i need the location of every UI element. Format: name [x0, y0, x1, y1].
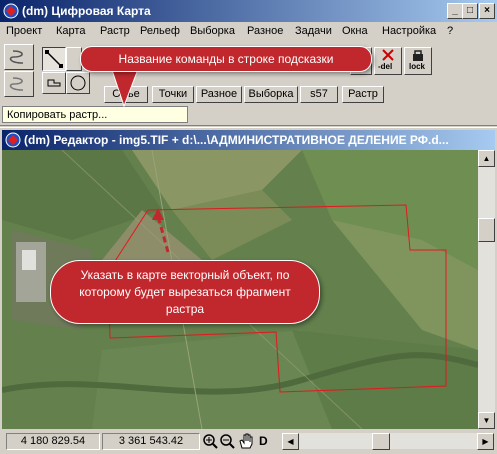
editor-statusbar: 4 180 829.54 3 361 543.42 D ◀ ▶: [2, 430, 495, 452]
separator: [0, 125, 497, 128]
top-callout: Название команды в строке подсказки: [80, 46, 372, 72]
vertical-scroll-thumb[interactable]: [478, 218, 495, 242]
horizontal-scrollbar[interactable]: ◀ ▶: [282, 433, 494, 450]
d-button[interactable]: D: [259, 434, 268, 448]
scroll-right-button[interactable]: ▶: [477, 433, 494, 450]
horizontal-scroll-thumb[interactable]: [372, 433, 390, 450]
zoom-out-icon[interactable]: [219, 433, 235, 449]
coord-x: 4 180 829.54: [6, 433, 100, 450]
scroll-down-button[interactable]: ▼: [478, 412, 495, 429]
map-canvas[interactable]: Указать в карте векторный объект, по кот…: [2, 150, 478, 429]
zoom-in-icon[interactable]: [202, 433, 218, 449]
scroll-up-button[interactable]: ▲: [478, 150, 495, 167]
editor-icon: [5, 132, 21, 148]
coord-y: 3 361 543.42: [102, 433, 200, 450]
scroll-left-button[interactable]: ◀: [282, 433, 299, 450]
vertical-scrollbar[interactable]: ▲ ▼: [478, 150, 495, 429]
pan-hand-icon[interactable]: [237, 432, 255, 450]
editor-titlebar: (dm) Редактор - img5.TIF + d:\...\АДМИНИ…: [2, 130, 495, 150]
editor-title: (dm) Редактор - img5.TIF + d:\...\АДМИНИ…: [24, 133, 449, 147]
bottom-callout: Указать в карте векторный объект, по кот…: [50, 260, 320, 324]
